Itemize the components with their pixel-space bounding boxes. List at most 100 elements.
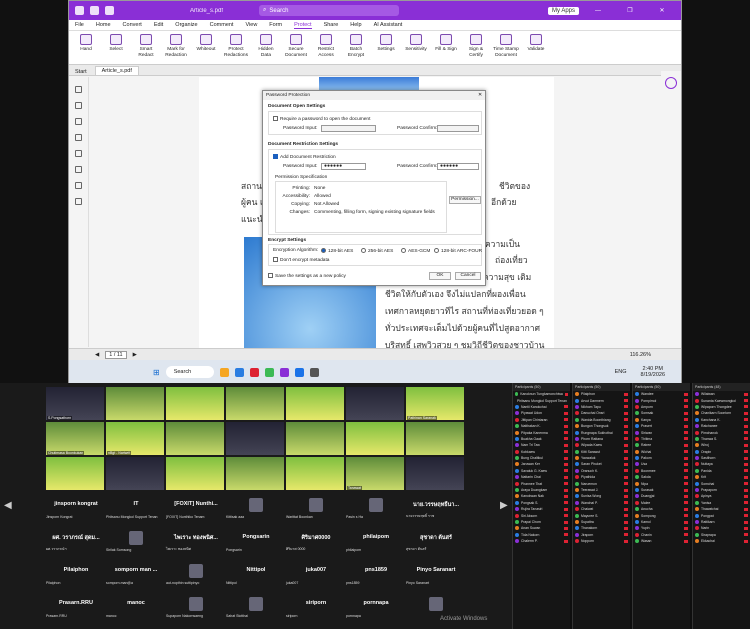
participant-video[interactable]: [106, 457, 164, 490]
participant-tile[interactable]: Sirilak Somsong: [106, 530, 166, 552]
close-button[interactable]: ✕: [649, 7, 675, 14]
ribbon-button-restrict-access[interactable]: Restrict Access: [313, 34, 339, 61]
layers-icon[interactable]: [75, 118, 82, 125]
prev-page-icon[interactable]: ◀: [95, 352, 99, 358]
participant-tile[interactable]: Pinyo Saranart Pinyo Saranart: [406, 563, 466, 585]
security-icon[interactable]: [75, 182, 82, 189]
participant-video[interactable]: [286, 422, 344, 455]
participant-tile[interactable]: pornnapa pornnapa: [346, 596, 406, 618]
ribbon-button-validate[interactable]: Validate: [523, 34, 549, 61]
participant-tile[interactable]: Supaporn Nakornsaeng: [166, 596, 226, 618]
ribbon-button-mark-for-redaction[interactable]: Mark for Redaction: [163, 34, 189, 61]
page-number-field[interactable]: 1 / 11: [105, 350, 127, 359]
participant-tile[interactable]: ผศ. วราภรณ์ สุดม... ผศ.วราภรณ์ฯ: [46, 530, 106, 552]
ribbon-button-hand[interactable]: Hand: [73, 34, 99, 61]
participant-video[interactable]: [226, 387, 284, 420]
participant-tile[interactable]: Warittat Boonkan: [286, 497, 346, 519]
participant-tile[interactable]: Pasin s Ha: [346, 497, 406, 519]
tab-start[interactable]: Start: [75, 69, 87, 75]
participant-video[interactable]: [286, 387, 344, 420]
participant-tile[interactable]: jinsporn kongrat Jinsporn Kongrat: [46, 497, 106, 519]
dont-encrypt-metadata-checkbox[interactable]: Don't encrypt metadata: [273, 257, 329, 263]
thumbnail-icon[interactable]: [75, 102, 82, 109]
algo-radio-aesgcm[interactable]: AES-GCM: [401, 248, 430, 254]
tab-article[interactable]: Article_s.pdf: [94, 66, 139, 75]
participant-tile[interactable]: นาย.วรรษฤทธิ์นา... นายวรรษฤทธิ์ ราช: [406, 497, 466, 519]
participant-tile[interactable]: [406, 596, 466, 618]
foxit-icon[interactable]: [279, 367, 289, 377]
menu-home[interactable]: Home: [96, 22, 111, 28]
participant-video[interactable]: [226, 422, 284, 455]
require-open-checkbox[interactable]: Require a password to open the document: [273, 116, 370, 122]
participant-tile[interactable]: ไพเราะ ทองพนิศ... ไพเราะ ทองพนิศ: [166, 530, 226, 552]
participant-tile[interactable]: juka007 juka007: [286, 563, 346, 585]
undo-icon[interactable]: [105, 6, 114, 15]
cancel-button[interactable]: Cancel: [455, 272, 481, 280]
add-restriction-checkbox[interactable]: Add Document Restriction: [273, 154, 336, 160]
participant-row[interactable]: Ekkachai: [693, 538, 750, 544]
menu-view[interactable]: View: [245, 22, 257, 28]
algo-radio-128aes[interactable]: 128-bit AES: [321, 248, 353, 254]
dialog-close-icon[interactable]: ✕: [475, 91, 485, 100]
open-password-confirm[interactable]: [437, 125, 479, 132]
participant-tile[interactable]: IT Phitsanu Mongkol Support Tenan: [106, 497, 166, 519]
algo-radio-arcfour[interactable]: 128-bit ARC-FOUR: [434, 248, 482, 254]
menu-share[interactable]: Share: [324, 22, 339, 28]
chrome-icon[interactable]: [249, 367, 259, 377]
next-page-icon[interactable]: ▶: [133, 352, 137, 358]
ribbon-button-secure-document[interactable]: Secure Document: [283, 34, 309, 61]
ok-button[interactable]: OK: [429, 272, 451, 280]
menu-convert[interactable]: Convert: [123, 22, 142, 28]
ribbon-button-whiteout[interactable]: Whiteout: [193, 34, 219, 61]
menu-file[interactable]: File: [75, 22, 84, 28]
taskbar-search[interactable]: Search: [165, 366, 214, 378]
participant-tile[interactable]: Prasarn.RRU Prasarn.RRU: [46, 596, 106, 618]
prev-gallery-icon[interactable]: ◀: [4, 500, 12, 511]
ribbon-button-fill-sign[interactable]: Fill & Sign: [433, 34, 459, 61]
participant-row[interactable]: Nopporn: [573, 538, 630, 544]
attachment-icon[interactable]: [75, 134, 82, 141]
ribbon-button-time-stamp-document[interactable]: Time Stamp Document: [493, 34, 519, 61]
participant-video[interactable]: [286, 457, 344, 490]
participant-tile[interactable]: ศิริมาศ0000 ศิริมาศ 0000: [286, 530, 346, 552]
maximize-button[interactable]: ❐: [617, 7, 643, 14]
menu-organize[interactable]: Organize: [175, 22, 197, 28]
ribbon-button-hidden-data[interactable]: Hidden Data: [253, 34, 279, 61]
participant-tile[interactable]: Pilaiphon Pilaiphon: [46, 563, 106, 585]
certificate-icon[interactable]: [75, 198, 82, 205]
permission-button[interactable]: Permission...: [449, 196, 481, 204]
clock[interactable]: 2:40 PM 8/19/2026: [641, 366, 665, 378]
participant-tile[interactable]: Nittipol Nittipol: [226, 563, 286, 585]
menu-form[interactable]: Form: [269, 22, 282, 28]
participant-tile[interactable]: สุชาดา ต้นสร้ สุชาดา ต้นสร้: [406, 530, 466, 552]
open-password-input[interactable]: [321, 125, 376, 132]
menu-help[interactable]: Help: [350, 22, 361, 28]
participant-video[interactable]: [346, 387, 404, 420]
participant-tile[interactable]: philaipom philaipom: [346, 530, 406, 552]
participant-tile[interactable]: pns1859 pns1859: [346, 563, 406, 585]
menu-comment[interactable]: Comment: [210, 22, 234, 28]
comment-icon[interactable]: [75, 150, 82, 157]
participant-video[interactable]: [346, 422, 404, 455]
line-icon[interactable]: [264, 367, 274, 377]
participant-video[interactable]: nBgt - Nariwrit: [106, 422, 164, 455]
participant-video[interactable]: [106, 387, 164, 420]
menu-ai-assistant[interactable]: AI Assistant: [374, 22, 403, 28]
my-apps-button[interactable]: My Apps: [547, 6, 579, 15]
save-icon[interactable]: [90, 6, 99, 15]
language-indicator[interactable]: ENG: [615, 369, 627, 375]
ai-assistant-icon[interactable]: [665, 77, 677, 89]
participant-video[interactable]: [166, 387, 224, 420]
restriction-password-confirm[interactable]: ●●●●●●: [437, 163, 479, 170]
participant-tile[interactable]: siriporn siriporn: [286, 596, 346, 618]
app-icon[interactable]: [309, 367, 319, 377]
file-explorer-icon[interactable]: [219, 367, 229, 377]
menu-protect[interactable]: Protect: [294, 22, 312, 29]
search-box[interactable]: ⌕ Search: [259, 5, 400, 16]
save-policy-checkbox[interactable]: Save the settings as a new policy: [268, 273, 346, 279]
ribbon-button-batch-encrypt[interactable]: Batch Encrypt: [343, 34, 369, 61]
windows-start-icon[interactable]: ⊞: [153, 368, 160, 377]
participant-row[interactable]: Wasan: [633, 538, 690, 544]
ribbon-button-select[interactable]: Select: [103, 34, 129, 61]
ribbon-button-sign-certify[interactable]: Sign & Certify: [463, 34, 489, 61]
